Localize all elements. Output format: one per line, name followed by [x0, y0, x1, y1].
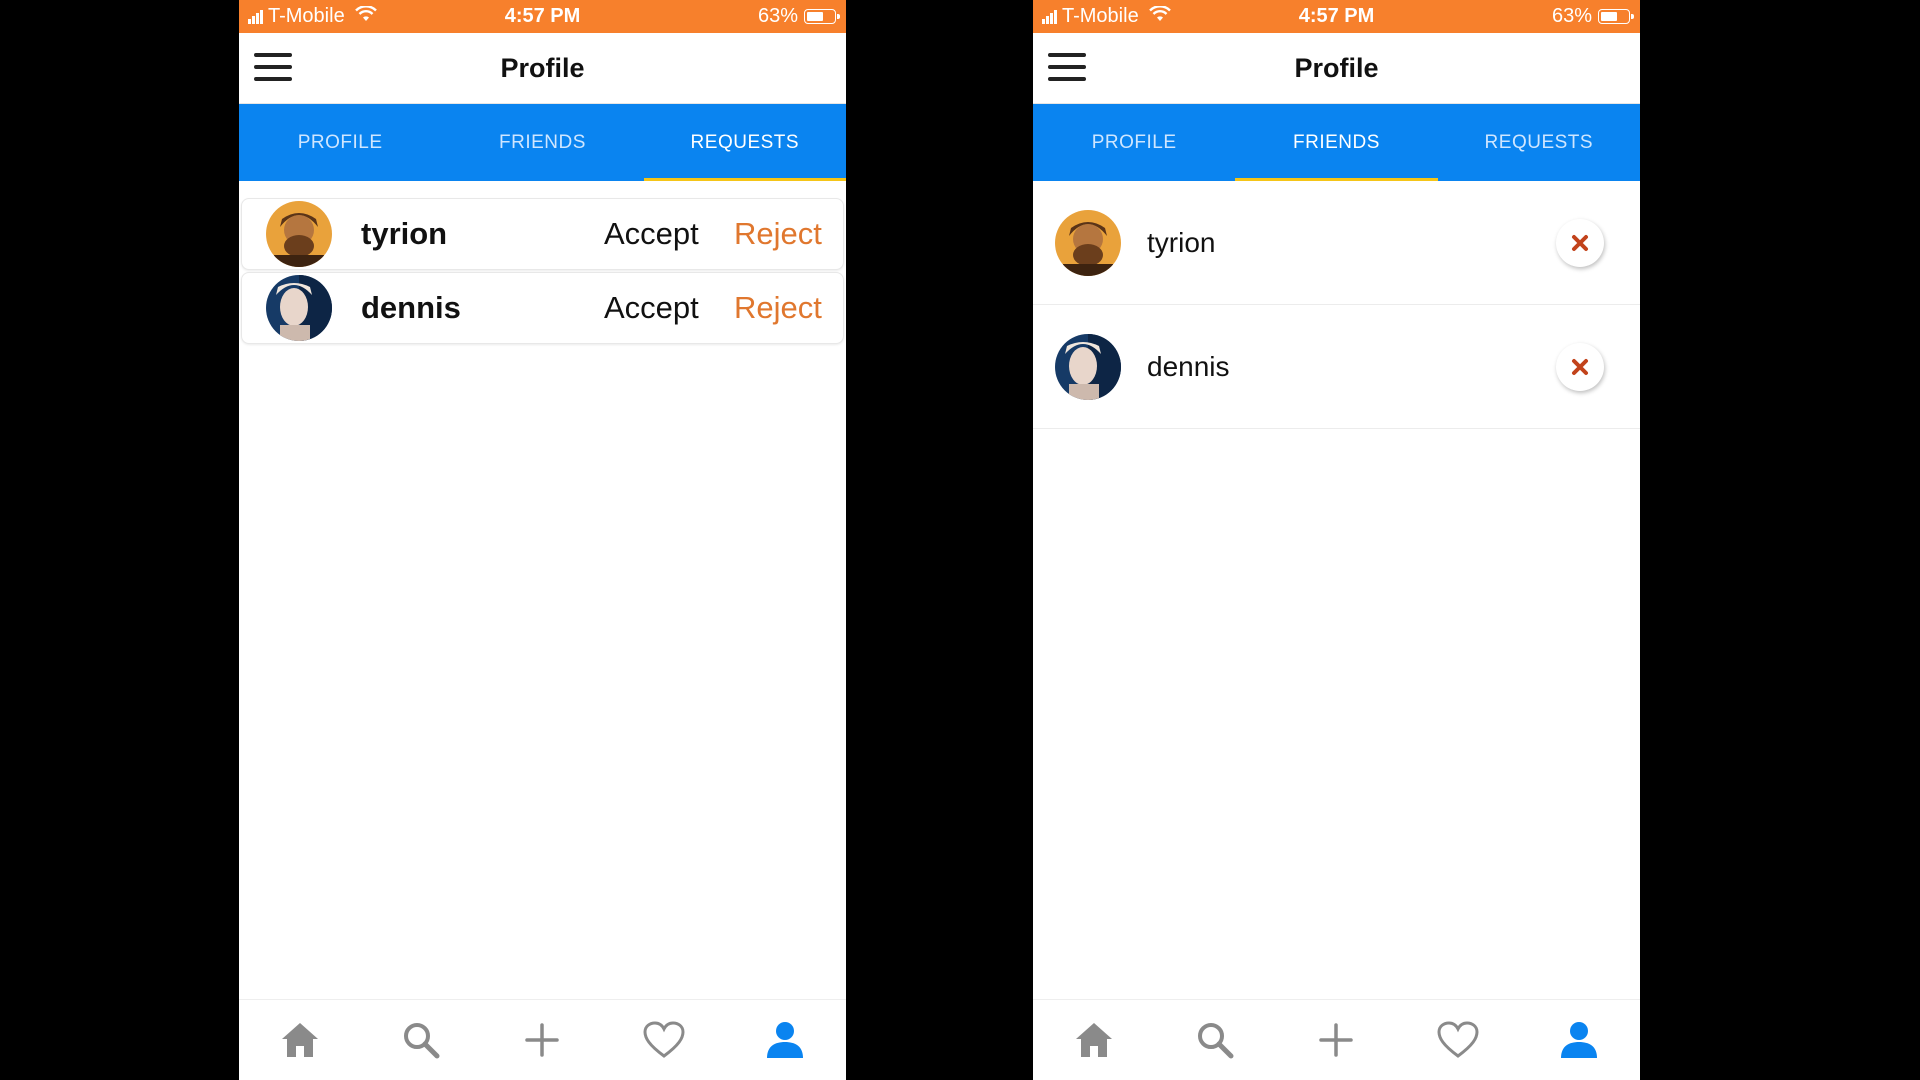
request-row-tyrion: tyrion Accept Reject [241, 198, 844, 270]
nav-home[interactable] [1054, 1000, 1134, 1080]
bottom-nav [239, 999, 846, 1080]
nav-add[interactable] [502, 1000, 582, 1080]
home-icon [281, 1023, 318, 1057]
plus-icon [1319, 1023, 1354, 1057]
friend-row-dennis: dennis [1033, 305, 1640, 429]
nav-profile[interactable] [745, 1000, 825, 1080]
friends-screen: T-Mobile 4:57 PM 63% Profile PROFILE FRI… [1033, 0, 1640, 1080]
tab-friends[interactable]: FRIENDS [1235, 104, 1438, 181]
page-title: Profile [1294, 53, 1379, 83]
remove-friend-button[interactable] [1556, 343, 1604, 391]
tab-requests[interactable]: REQUESTS [1438, 104, 1640, 181]
close-icon [1572, 235, 1588, 251]
app-header: Profile [1033, 33, 1640, 104]
friend-list: tyrion dennis [1033, 181, 1640, 429]
user-icon [1561, 1022, 1598, 1058]
heart-icon [1437, 1021, 1479, 1058]
nav-favorites[interactable] [1418, 1000, 1498, 1080]
page-title: Profile [500, 53, 585, 83]
tab-profile[interactable]: PROFILE [239, 104, 441, 181]
request-list: tyrion Accept Reject dennis Accept Rejec… [239, 198, 846, 346]
tab-bar: PROFILE FRIENDS REQUESTS [1033, 104, 1640, 181]
avatar [266, 201, 332, 267]
app-header: Profile [239, 33, 846, 104]
nav-home[interactable] [260, 1000, 340, 1080]
clock: 4:57 PM [1298, 5, 1375, 27]
nav-search[interactable] [381, 1000, 461, 1080]
nav-favorites[interactable] [624, 1000, 704, 1080]
status-bar: T-Mobile 4:57 PM 63% [1033, 0, 1640, 33]
heart-icon [643, 1021, 685, 1058]
friend-name: dennis [1147, 351, 1230, 382]
bottom-nav [1033, 999, 1640, 1080]
request-name: dennis [361, 290, 461, 325]
plus-icon [525, 1023, 560, 1057]
tab-bar: PROFILE FRIENDS REQUESTS [239, 104, 846, 181]
friend-row-tyrion: tyrion [1033, 181, 1640, 305]
tab-friends[interactable]: FRIENDS [441, 104, 643, 181]
tab-requests[interactable]: REQUESTS [643, 104, 846, 181]
battery-icon [804, 9, 840, 24]
close-icon [1572, 359, 1588, 375]
accept-button[interactable]: Accept [604, 273, 699, 343]
home-icon [1075, 1023, 1112, 1057]
reject-button[interactable]: Reject [734, 199, 822, 269]
battery-percent: 63% [757, 5, 798, 27]
battery-percent: 63% [1551, 5, 1592, 27]
status-bar: T-Mobile 4:57 PM 63% [239, 0, 846, 33]
nav-add[interactable] [1296, 1000, 1376, 1080]
request-name: tyrion [361, 216, 448, 251]
battery-icon [1598, 9, 1634, 24]
avatar [1055, 334, 1121, 400]
remove-friend-button[interactable] [1556, 219, 1604, 267]
nav-search[interactable] [1175, 1000, 1255, 1080]
clock: 4:57 PM [504, 5, 581, 27]
search-icon [1198, 1023, 1234, 1059]
user-icon [767, 1022, 804, 1058]
accept-button[interactable]: Accept [604, 199, 699, 269]
reject-button[interactable]: Reject [734, 273, 822, 343]
avatar [266, 275, 332, 341]
request-row-dennis: dennis Accept Reject [241, 272, 844, 344]
nav-profile[interactable] [1539, 1000, 1619, 1080]
friend-name: tyrion [1147, 227, 1216, 258]
search-icon [404, 1023, 440, 1059]
requests-screen: T-Mobile 4:57 PM 63% Profile PROFILE FRI… [239, 0, 846, 1080]
tab-profile[interactable]: PROFILE [1033, 104, 1235, 181]
avatar [1055, 210, 1121, 276]
